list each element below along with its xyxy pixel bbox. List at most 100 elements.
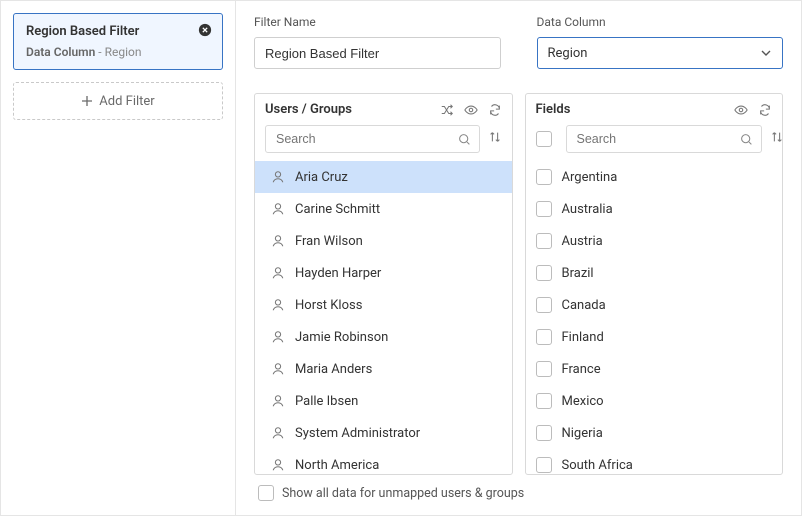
field-checkbox[interactable]: [536, 265, 552, 281]
user-name: Horst Kloss: [295, 298, 362, 313]
users-panel-header: Users / Groups: [255, 94, 512, 121]
user-icon: [271, 362, 285, 376]
field-checkbox[interactable]: [536, 201, 552, 217]
field-name: Austria: [562, 234, 603, 249]
field-checkbox[interactable]: [536, 297, 552, 313]
fields-panel-actions: [734, 103, 772, 117]
show-all-label: Show all data for unmapped users & group…: [282, 486, 524, 501]
fields-search-box[interactable]: [566, 125, 762, 153]
user-icon: [271, 170, 285, 184]
fields-panel-title: Fields: [536, 102, 571, 117]
field-checkbox[interactable]: [536, 361, 552, 377]
users-search-input[interactable]: [274, 131, 458, 147]
user-name: Aria Cruz: [295, 170, 348, 185]
field-checkbox[interactable]: [536, 457, 552, 473]
field-name: Nigeria: [562, 426, 603, 441]
users-panel: Users / Groups Aria C: [254, 93, 513, 475]
form-row: Filter Name Data Column Region: [254, 15, 783, 69]
data-column-value: Region: [548, 46, 588, 61]
sort-icon: [770, 130, 784, 144]
field-checkbox[interactable]: [536, 233, 552, 249]
user-row[interactable]: Palle Ibsen: [255, 385, 512, 417]
user-icon: [271, 266, 285, 280]
field-row[interactable]: Brazil: [526, 257, 783, 289]
app-root: Region Based Filter Data Column - Region…: [0, 0, 802, 516]
field-name: Australia: [562, 202, 613, 217]
user-row[interactable]: North America: [255, 449, 512, 474]
filter-card[interactable]: Region Based Filter Data Column - Region: [13, 13, 223, 70]
user-name: Palle Ibsen: [295, 394, 358, 409]
footer-row: Show all data for unmapped users & group…: [254, 485, 783, 501]
user-row[interactable]: Aria Cruz: [255, 161, 512, 193]
user-row[interactable]: System Administrator: [255, 417, 512, 449]
refresh-icon[interactable]: [758, 103, 772, 117]
user-row[interactable]: Horst Kloss: [255, 289, 512, 321]
user-icon: [271, 298, 285, 312]
field-row[interactable]: France: [526, 353, 783, 385]
user-row[interactable]: Maria Anders: [255, 353, 512, 385]
user-name: Hayden Harper: [295, 266, 381, 281]
users-panel-body[interactable]: Aria Cruz Carine Schmitt Fran Wilson Hayden…: [255, 161, 512, 474]
user-name: North America: [295, 458, 379, 473]
user-icon: [271, 394, 285, 408]
main-content: Filter Name Data Column Region Users / G…: [236, 1, 801, 515]
user-row[interactable]: Carine Schmitt: [255, 193, 512, 225]
user-icon: [271, 426, 285, 440]
field-checkbox[interactable]: [536, 329, 552, 345]
field-checkbox[interactable]: [536, 425, 552, 441]
field-row[interactable]: Canada: [526, 289, 783, 321]
field-row[interactable]: Australia: [526, 193, 783, 225]
eye-icon[interactable]: [464, 103, 478, 117]
user-row[interactable]: Fran Wilson: [255, 225, 512, 257]
field-name: Canada: [562, 298, 606, 313]
chevron-down-icon: [760, 47, 772, 59]
users-sort-button[interactable]: [488, 130, 502, 148]
filter-name-input[interactable]: [254, 37, 501, 69]
filter-card-close-button[interactable]: [198, 23, 212, 41]
field-row[interactable]: Argentina: [526, 161, 783, 193]
field-name: Brazil: [562, 266, 594, 281]
filter-card-title: Region Based Filter: [26, 24, 210, 39]
field-name: Mexico: [562, 394, 604, 409]
user-name: Jamie Robinson: [295, 330, 388, 345]
panels-row: Users / Groups Aria C: [254, 93, 783, 475]
users-search-row: [255, 121, 512, 161]
data-column-select[interactable]: Region: [537, 37, 784, 69]
add-filter-button[interactable]: Add Filter: [13, 82, 223, 120]
fields-panel-header: Fields: [526, 94, 783, 121]
field-row[interactable]: Austria: [526, 225, 783, 257]
field-row[interactable]: Finland: [526, 321, 783, 353]
user-name: System Administrator: [295, 426, 420, 441]
field-row[interactable]: South Africa: [526, 449, 783, 474]
fields-panel-body[interactable]: Argentina Australia Austria Brazil Canada Fin…: [526, 161, 783, 474]
refresh-icon[interactable]: [488, 103, 502, 117]
eye-icon[interactable]: [734, 103, 748, 117]
user-icon: [271, 458, 285, 472]
user-name: Fran Wilson: [295, 234, 363, 249]
field-name: South Africa: [562, 458, 633, 473]
fields-search-input[interactable]: [575, 131, 740, 147]
show-all-checkbox[interactable]: [258, 485, 274, 501]
field-checkbox[interactable]: [536, 169, 552, 185]
data-column-group: Data Column Region: [537, 15, 784, 69]
fields-sort-button[interactable]: [770, 130, 784, 148]
filter-card-sub-value: Region: [105, 45, 142, 59]
filter-name-label: Filter Name: [254, 15, 501, 29]
field-name: Argentina: [562, 170, 618, 185]
shuffle-icon[interactable]: [440, 103, 454, 117]
field-row[interactable]: Nigeria: [526, 417, 783, 449]
user-row[interactable]: Jamie Robinson: [255, 321, 512, 353]
filter-name-group: Filter Name: [254, 15, 501, 69]
user-row[interactable]: Hayden Harper: [255, 257, 512, 289]
field-name: Finland: [562, 330, 604, 345]
field-row[interactable]: Mexico: [526, 385, 783, 417]
sidebar: Region Based Filter Data Column - Region…: [1, 1, 236, 515]
field-checkbox[interactable]: [536, 393, 552, 409]
users-panel-title: Users / Groups: [265, 102, 352, 117]
fields-panel: Fields ArgentinaAustral: [525, 93, 784, 475]
field-name: France: [562, 362, 601, 377]
users-search-box[interactable]: [265, 125, 480, 153]
users-panel-actions: [440, 103, 502, 117]
fields-selectall-checkbox[interactable]: [536, 131, 552, 147]
search-icon: [458, 133, 471, 146]
